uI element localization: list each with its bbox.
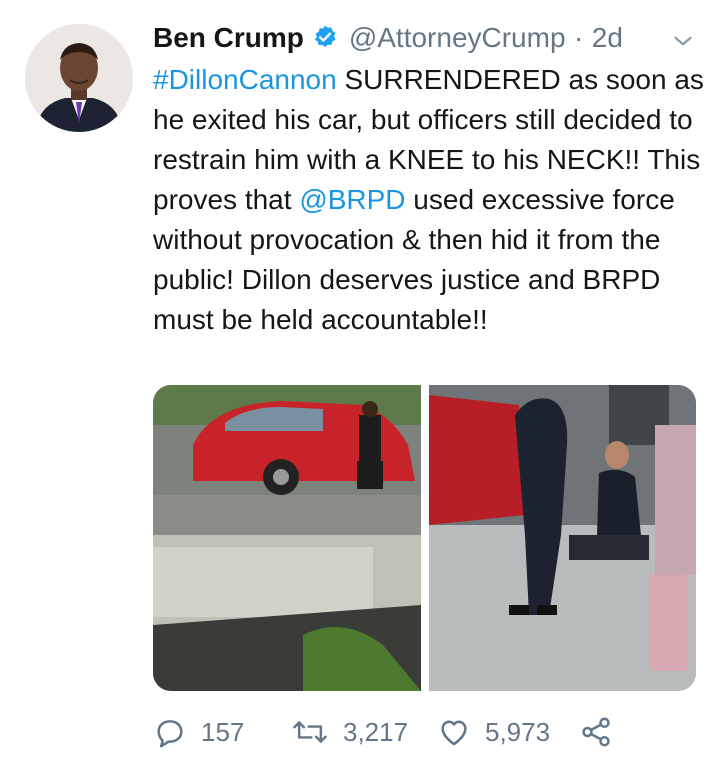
retweet-count: 3,217 (343, 716, 409, 747)
retweet-button[interactable]: 3,217 (291, 712, 408, 752)
photo-left[interactable] (153, 385, 421, 691)
avatar[interactable] (25, 24, 133, 132)
tweet-header: Ben Crump @AttorneyCrump · 2d (153, 22, 700, 62)
photo-right[interactable] (428, 385, 696, 691)
tweet[interactable]: Ben Crump @AttorneyCrump · 2d #DillonCan… (0, 0, 720, 768)
tweet-actions: 157 3,217 5,973 (153, 712, 693, 752)
like-count: 5,973 (485, 716, 551, 747)
avatar-image (25, 24, 133, 132)
tweet-timestamp[interactable]: 2d (592, 22, 623, 53)
retweet-icon (293, 721, 327, 743)
author-name[interactable]: Ben Crump (153, 22, 304, 53)
photo-left-image (153, 385, 421, 691)
author-handle[interactable]: @AttorneyCrump (349, 22, 566, 53)
verified-badge-icon (312, 24, 338, 55)
like-button[interactable]: 5,973 (437, 712, 550, 752)
share-icon (582, 717, 610, 747)
share-button[interactable] (579, 712, 627, 752)
hashtag-link[interactable]: #DillonCannon (153, 64, 337, 95)
mention-link[interactable]: @BRPD (299, 184, 405, 215)
reply-icon (157, 720, 183, 748)
reply-count: 157 (201, 716, 245, 747)
heart-icon (441, 720, 467, 746)
separator-dot: · (573, 22, 584, 53)
photo-right-image (428, 385, 696, 691)
chevron-down-icon[interactable] (670, 28, 696, 59)
tweet-text: #DillonCannon SURRENDERED as soon as he … (153, 60, 713, 340)
media-gallery[interactable] (153, 385, 696, 691)
reply-button[interactable]: 157 (153, 712, 244, 752)
